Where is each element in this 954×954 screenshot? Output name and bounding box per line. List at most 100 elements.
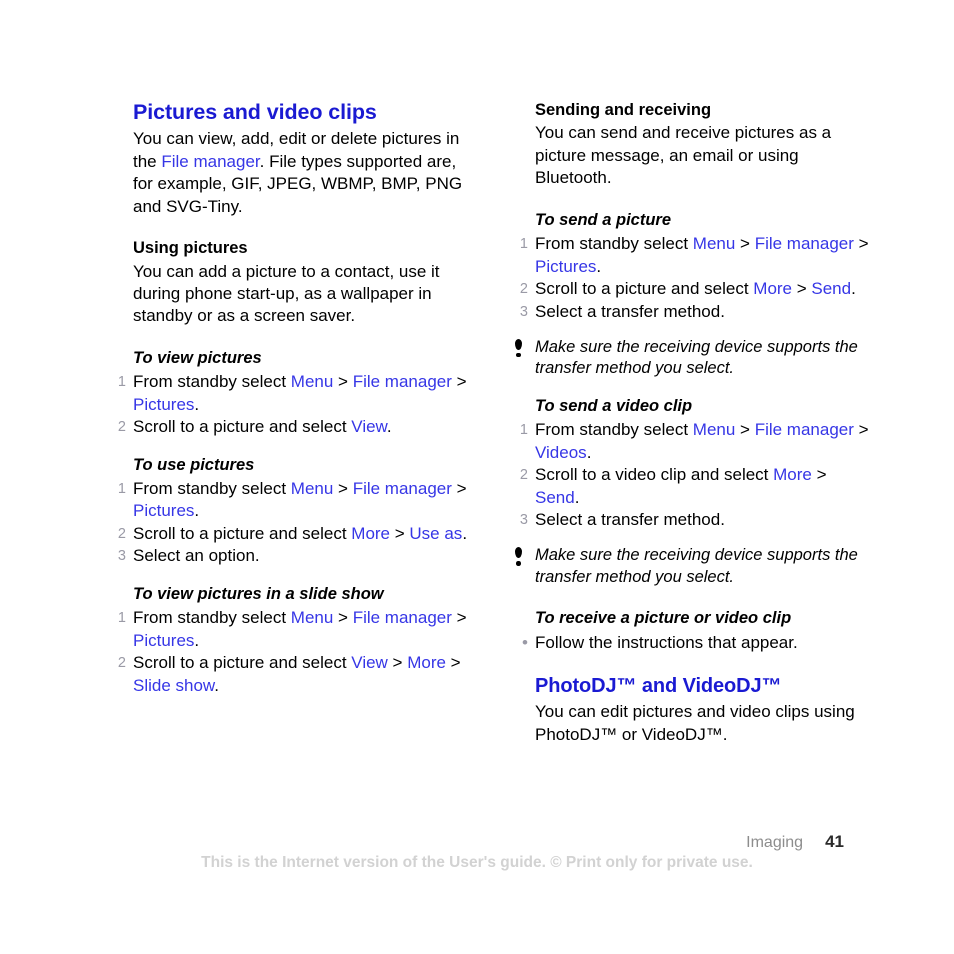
step-text-after: . (462, 523, 468, 543)
link-more[interactable]: More (407, 653, 446, 672)
task-heading-to-send-a-picture: To send a picture (535, 210, 671, 229)
link-pictures[interactable]: Pictures (133, 631, 194, 650)
page-footer: Imaging 41 (746, 832, 844, 852)
link-more[interactable]: More (351, 524, 390, 543)
using-pictures-body: You can add a picture to a contact, use … (133, 261, 440, 326)
link-send[interactable]: Send (811, 279, 851, 298)
step-text-before: Scroll to a video clip and select (535, 465, 774, 485)
right-column: Sending and receiving You can send and r… (512, 100, 870, 746)
link-menu[interactable]: Menu (693, 234, 736, 253)
list-item: 1 From standby select Menu > File manager… (110, 478, 468, 523)
step-text-before: From standby select (133, 479, 291, 499)
step-number: 3 (117, 548, 126, 565)
list-item: 2 Scroll to a video clip and select More … (512, 464, 870, 509)
separator: > (811, 465, 827, 485)
two-column-layout: Pictures and video clips You can view, a… (110, 100, 870, 746)
link-more[interactable]: More (753, 279, 792, 298)
separator: > (853, 420, 869, 440)
link-menu[interactable]: Menu (291, 479, 334, 498)
task-heading-to-use-pictures: To use pictures (133, 455, 255, 474)
separator: > (333, 372, 353, 392)
link-pictures[interactable]: Pictures (133, 395, 194, 414)
step-number: 2 (117, 655, 126, 672)
sending-and-receiving-body: You can send and receive pictures as a p… (535, 123, 832, 188)
note-text: Make sure the receiving device supports … (535, 337, 858, 378)
step-text-after: . (586, 442, 592, 462)
step-text-after: . (851, 279, 856, 299)
subheading-sending-and-receiving: Sending and receiving (535, 101, 712, 119)
separator: > (387, 653, 408, 673)
separator: > (333, 608, 353, 628)
steps-to-use-pictures: 1 From standby select Menu > File manager… (110, 478, 468, 568)
step-text-before: From standby select (535, 420, 693, 440)
step-text-after: . (194, 394, 200, 414)
link-use-as[interactable]: Use as (409, 524, 462, 543)
link-view[interactable]: View (351, 417, 387, 436)
step-number: 1 (117, 481, 126, 498)
list-item: 3 Select a transfer method. (512, 509, 870, 531)
intro-paragraph: You can view, add, edit or delete pictur… (133, 128, 468, 218)
section-title-photodj: PhotoDJ™ and VideoDJ™ (535, 675, 782, 698)
step-number: 1 (117, 374, 126, 391)
subheading-using-pictures: Using pictures (133, 239, 248, 258)
footer-chapter-name: Imaging (746, 834, 804, 851)
link-file-manager[interactable]: File manager (161, 152, 259, 171)
separator: > (445, 653, 461, 673)
link-file-manager[interactable]: File manager (353, 479, 452, 498)
list-item: 1 From standby select Menu > File manager… (512, 419, 870, 464)
steps-to-view-pictures: 1 From standby select Menu > File manager… (110, 371, 468, 438)
list-item: 2 Scroll to a picture and select View. (110, 416, 468, 438)
step-text-before: Scroll to a picture and select (133, 653, 352, 673)
link-pictures[interactable]: Pictures (535, 257, 596, 276)
step-text-after: . (194, 501, 200, 521)
link-menu[interactable]: Menu (693, 420, 736, 439)
link-pictures[interactable]: Pictures (133, 501, 194, 520)
step-text: Select a transfer method. (535, 301, 725, 321)
steps-to-send-a-video-clip: 1 From standby select Menu > File manager… (512, 419, 870, 531)
step-number: 2 (117, 525, 126, 542)
step-text-before: Scroll to a picture and select (535, 279, 754, 299)
steps-to-send-a-picture: 1 From standby select Menu > File manager… (512, 233, 870, 323)
step-number: 1 (117, 610, 126, 627)
link-videos[interactable]: Videos (535, 443, 587, 462)
separator: > (853, 234, 869, 254)
footer-page-number: 41 (825, 832, 844, 851)
link-file-manager[interactable]: File manager (755, 234, 854, 253)
step-text-before: From standby select (133, 608, 291, 628)
link-menu[interactable]: Menu (291, 372, 334, 391)
step-text-before: Scroll to a picture and select (133, 523, 352, 543)
link-send[interactable]: Send (535, 488, 575, 507)
list-item: 3 Select a transfer method. (512, 301, 870, 323)
list-item: • Follow the instructions that appear. (512, 632, 870, 654)
separator: > (451, 479, 467, 499)
separator: > (333, 479, 353, 499)
separator: > (735, 234, 755, 254)
separator: > (792, 279, 812, 299)
link-menu[interactable]: Menu (291, 608, 334, 627)
list-item: 2 Scroll to a picture and select View > M… (110, 652, 468, 697)
link-view[interactable]: View (351, 653, 388, 672)
step-number: 1 (519, 236, 528, 253)
step-text-before: From standby select (535, 234, 693, 254)
step-text-after: . (214, 675, 220, 695)
steps-to-view-slide-show: 1 From standby select Menu > File manager… (110, 607, 468, 697)
link-file-manager[interactable]: File manager (755, 420, 854, 439)
link-slide-show[interactable]: Slide show (133, 676, 214, 695)
step-text: Select a transfer method. (535, 510, 725, 529)
link-file-manager[interactable]: File manager (353, 608, 452, 627)
link-file-manager[interactable]: File manager (353, 372, 452, 391)
manual-page: Pictures and video clips You can view, a… (0, 0, 954, 954)
step-text-after: . (386, 417, 392, 437)
list-item: 3 Select an option. (110, 545, 468, 567)
step-text-after: . (596, 256, 602, 276)
task-heading-to-view-pictures: To view pictures (133, 348, 262, 367)
link-more[interactable]: More (773, 465, 812, 484)
list-item: 1 From standby select Menu > File manager… (110, 607, 468, 652)
